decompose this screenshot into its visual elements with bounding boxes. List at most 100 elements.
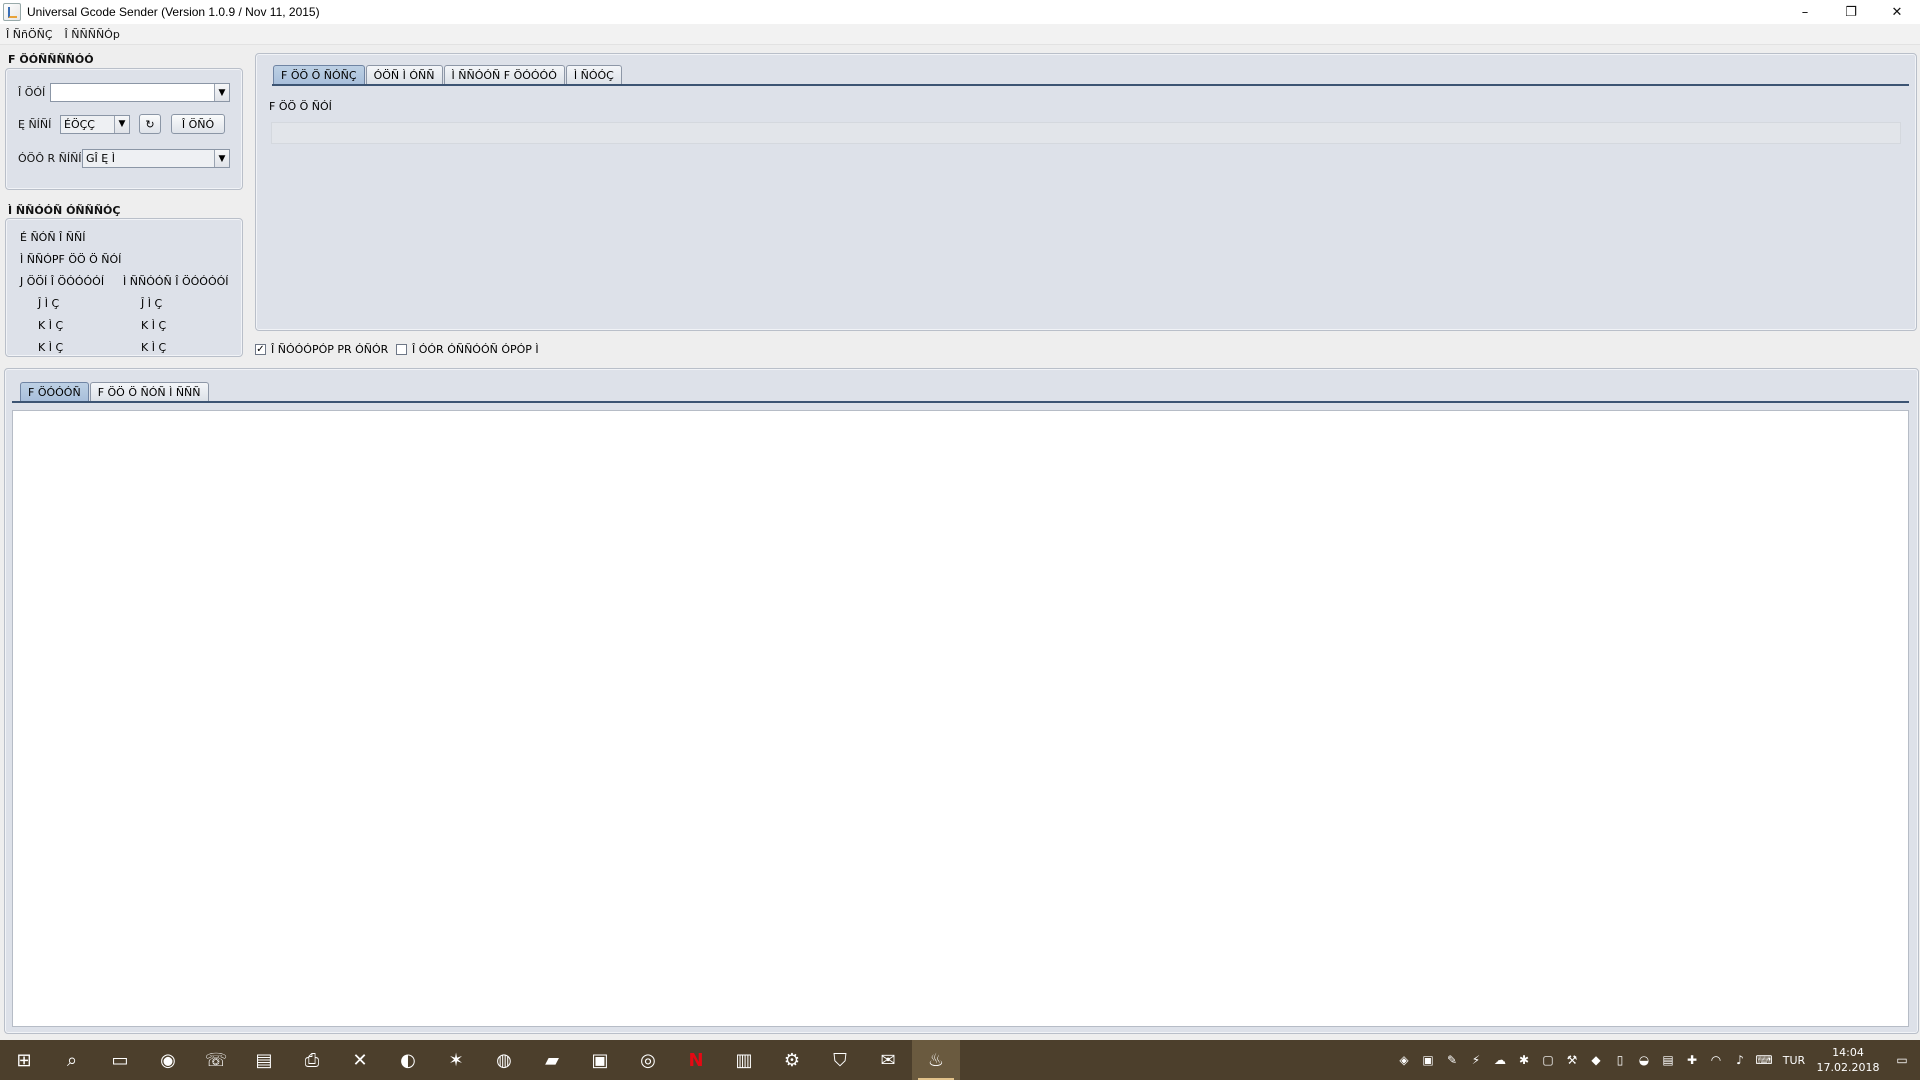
netflix-icon[interactable]: N (672, 1040, 720, 1080)
chevron-down-icon[interactable]: ▼ (114, 115, 129, 133)
top-tab-bar: F ÖÖ Ö ÑÓÑÇ ÓÖÑ Ì ÓÑÑ Ì ÑÑÓÓÑ F ÖÓÓÓÓ Ì … (273, 65, 623, 84)
tab-command-table[interactable]: F ÖÖ Ö ÑÓÑ Ì ÑÑÑ (89, 382, 209, 401)
port-label: Î ÖÓÍ (18, 86, 46, 99)
task-view-icon[interactable]: ▭ (96, 1040, 144, 1080)
design-app-icon[interactable]: ✕ (336, 1040, 384, 1080)
java-app-icon[interactable]: ♨ (912, 1040, 960, 1080)
taskbar: ⊞ ⌕ ▭ ◉ ☏ ▤ ⎙ ✕ ◐ ✶ ◍ ▰ ▣ ◎ N ▥ ⚙ ⛉ ✉ ♨ … (0, 1040, 1920, 1080)
latest-comment: Ì ÑÑÓPF ÖÖ Ö ÑÓÍ (20, 253, 122, 266)
file-field[interactable] (271, 122, 1901, 144)
work-y: K Ì Ç (38, 319, 64, 332)
firefox-icon[interactable]: ◐ (384, 1040, 432, 1080)
files-app-icon[interactable]: ▤ (240, 1040, 288, 1080)
refresh-icon: ↻ (145, 117, 155, 131)
port-combobox[interactable]: ▼ (50, 83, 230, 102)
firmware-value: GÎ Ę Ì (86, 152, 115, 165)
tray-app-icon[interactable]: ▣ (1416, 1040, 1440, 1080)
gauge-app-icon[interactable]: ◍ (480, 1040, 528, 1080)
tray-app-icon[interactable]: ✎ (1440, 1040, 1464, 1080)
top-tab-divider (272, 84, 1909, 86)
machine-status-title: Ì ÑÑÓÓÑ ÓÑÑÑÓÇ (8, 204, 121, 217)
work-position-label: J ÖÖÍ Î ÖÓÓÓÓÍ (20, 275, 105, 288)
firmware-label: ÓÖÔ R ÑÍÑÍ (18, 152, 82, 165)
work-x: Ĵ Ì Ç (38, 297, 60, 310)
terminal-app-icon[interactable]: ▰ (528, 1040, 576, 1080)
title-bar: Universal Gcode Sender (Version 1.0.9 / … (0, 0, 1920, 24)
volume-icon[interactable]: ♪ (1728, 1040, 1752, 1080)
system-tray: ◈ ▣ ✎ ⚡ ☁ ✱ ▢ ⚒ ◆ ▯ ◒ ▤ ✚ ◠ ♪ ⌨ TUR 14:0… (1392, 1040, 1920, 1080)
search-icon[interactable]: ⌕ (48, 1040, 96, 1080)
tray-app-icon[interactable]: ◆ (1584, 1040, 1608, 1080)
tray-app-icon[interactable]: ◈ (1392, 1040, 1416, 1080)
open-button[interactable]: Î ÖÑÓ (171, 114, 225, 134)
shield-icon[interactable]: ⛉ (816, 1040, 864, 1080)
battery-icon[interactable]: ▯ (1608, 1040, 1632, 1080)
gear-icon[interactable]: ⚙ (768, 1040, 816, 1080)
chat-app-icon[interactable]: ◉ (144, 1040, 192, 1080)
tray-app-icon[interactable]: ✚ (1680, 1040, 1704, 1080)
monitor-app-icon[interactable]: ▥ (720, 1040, 768, 1080)
wifi-icon[interactable]: ◠ (1704, 1040, 1728, 1080)
windows-start-icon[interactable]: ⊞ (0, 1040, 48, 1080)
restore-button[interactable]: ❐ (1828, 0, 1874, 24)
machine-position-label: Ì ÑÑÓÓÑ Î ÖÓÓÓÓÍ (123, 275, 229, 288)
tray-app-icon[interactable]: ▤ (1656, 1040, 1680, 1080)
chevron-down-icon[interactable]: ▼ (214, 84, 229, 101)
window-title: Universal Gcode Sender (Version 1.0.9 / … (27, 5, 320, 19)
keyboard-icon[interactable]: ⌨ (1752, 1040, 1776, 1080)
tab-machine-control[interactable]: Ì ÑÑÓÓÑ F ÖÓÓÓÓ (443, 65, 565, 84)
refresh-button[interactable]: ↻ (139, 114, 161, 134)
clock-date: 17.02.2018 (1816, 1061, 1880, 1074)
tab-console[interactable]: F ÖÓÓÓÑ (20, 382, 89, 401)
menu-help[interactable]: Î ÑÑÑÑÓp (59, 28, 126, 41)
network-app-icon[interactable]: ▣ (576, 1040, 624, 1080)
baud-row: Ę ÑÍÑÍ ÉÖÇÇ ▼ ↻ Î ÖÑÓ (18, 114, 225, 134)
show-verbose-option[interactable]: Î ÓÓR ÓÑÑÓÓÑ ÓPÓP Ì (396, 343, 539, 356)
file-mode-label: F ÖÖ Ö ÑÓÍ (269, 100, 332, 113)
utility-app-icon[interactable]: ✶ (432, 1040, 480, 1080)
tray-app-icon[interactable]: ◒ (1632, 1040, 1656, 1080)
whatsapp-icon[interactable]: ☏ (192, 1040, 240, 1080)
scroll-output-label: Î ÑÓÓÓPÓP PR ÓÑÓR (271, 343, 389, 356)
baud-combobox[interactable]: ÉÖÇÇ ▼ (60, 114, 130, 134)
tab-macros[interactable]: Ì ÑÓÓÇ (565, 65, 622, 84)
printer-app-icon[interactable]: ⎙ (288, 1040, 336, 1080)
tab-command[interactable]: ÓÖÑ Ì ÓÑÑ (365, 65, 443, 84)
tray-app-icon[interactable]: ⚒ (1560, 1040, 1584, 1080)
menu-bar: Î ÑñÖÑÇ Î ÑÑÑÑÓp (0, 24, 1920, 45)
minimize-button[interactable]: – (1782, 0, 1828, 24)
language-indicator[interactable]: TUR (1776, 1054, 1812, 1067)
port-row: Î ÖÓÍ ▼ (18, 83, 230, 102)
firmware-combobox[interactable]: GÎ Ę Ì ▼ (82, 149, 230, 168)
baud-label: Ę ÑÍÑÍ (18, 117, 52, 131)
tab-file-mode[interactable]: F ÖÖ Ö ÑÓÑÇ (273, 65, 365, 84)
app-icon (3, 3, 21, 21)
firmware-row: ÓÖÔ R ÑÍÑÍ GÎ Ę Ì ▼ (18, 149, 230, 168)
clock-time: 14:04 (1832, 1046, 1864, 1059)
chrome-icon[interactable]: ◎ (624, 1040, 672, 1080)
machine-z: K Ì Ç (141, 341, 167, 354)
tray-app-icon[interactable]: ▢ (1536, 1040, 1560, 1080)
show-verbose-checkbox[interactable] (396, 344, 407, 355)
bottom-tab-bar: F ÖÓÓÓÑ F ÖÖ Ö ÑÓÑ Ì ÑÑÑ (20, 382, 210, 401)
bottom-tab-divider (12, 401, 1909, 403)
notifications-icon[interactable]: ▭ (1884, 1040, 1920, 1080)
chevron-down-icon[interactable]: ▼ (214, 150, 229, 167)
active-state: É ÑÓÑ Î ÑÑÍ (20, 231, 86, 244)
machine-y: K Ì Ç (141, 319, 167, 332)
scroll-output-checkbox[interactable]: ✓ (255, 344, 266, 355)
cloud-icon[interactable]: ☁ (1488, 1040, 1512, 1080)
scroll-output-option[interactable]: ✓ Î ÑÓÓÓPÓP PR ÓÑÓR (255, 343, 388, 356)
close-button[interactable]: ✕ (1874, 0, 1920, 24)
baud-value: ÉÖÇÇ (64, 117, 95, 131)
clock[interactable]: 14:04 17.02.2018 (1812, 1045, 1884, 1075)
menu-settings[interactable]: Î ÑñÖÑÇ (0, 28, 59, 41)
machine-x: Ĵ Ì Ç (141, 297, 163, 310)
console-output[interactable] (12, 410, 1909, 1027)
mail-icon[interactable]: ✉ (864, 1040, 912, 1080)
work-z: K Ì Ç (38, 341, 64, 354)
window-controls: – ❐ ✕ (1782, 0, 1920, 24)
tray-app-icon[interactable]: ✱ (1512, 1040, 1536, 1080)
show-verbose-label: Î ÓÓR ÓÑÑÓÓÑ ÓPÓP Ì (412, 343, 539, 356)
tray-app-icon[interactable]: ⚡ (1464, 1040, 1488, 1080)
